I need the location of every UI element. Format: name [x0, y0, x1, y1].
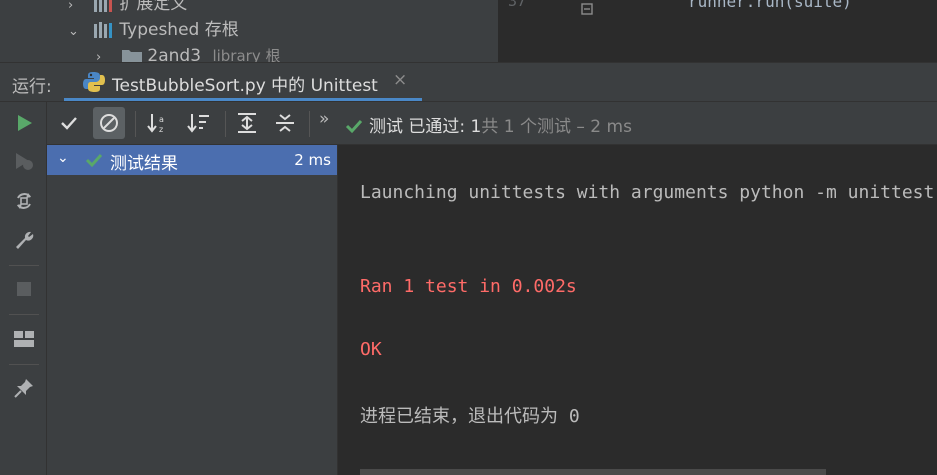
tree-item-extensions[interactable]: › 扩展定义 — [68, 0, 187, 17]
tree-row-test-results[interactable]: ⌄ 测试结果 2 ms — [47, 145, 337, 175]
code-editor[interactable]: 37 runner.run(suite) — [498, 0, 937, 62]
auto-rerun-icon — [17, 193, 31, 209]
ignored-icon — [100, 114, 118, 132]
console-line: OK — [360, 339, 382, 360]
expand-all-icon — [238, 113, 256, 133]
sort-by-duration-button[interactable] — [183, 107, 215, 139]
tree-item-label: Typeshed 存根 — [119, 20, 239, 40]
test-status: 测试 已通过: 1共 1 个测试 – 2 ms — [345, 112, 632, 137]
active-tab-indicator — [64, 98, 422, 101]
toggle-auto-test-button[interactable] — [11, 188, 37, 214]
python-test-icon — [83, 72, 105, 92]
toolbar-separator — [309, 111, 310, 137]
console-line: 进程已结束，退出代码为 0 — [360, 406, 580, 427]
run-tool-header: 运行: TestBubbleSort.py 中的 Unittest × — [0, 63, 937, 102]
fold-marker-icon[interactable] — [580, 0, 594, 18]
tree-item-label: 2and3 — [147, 46, 202, 62]
chevron-down-icon[interactable]: ⌄ — [68, 19, 88, 45]
sort-alphabetically-button[interactable]: a z — [143, 107, 175, 139]
pass-check-icon — [345, 119, 363, 134]
folder-icon — [122, 50, 143, 62]
chevron-down-icon[interactable]: ⌄ — [57, 150, 69, 166]
toolbar-separator — [225, 111, 226, 137]
sort-alpha-icon: a z — [147, 114, 164, 134]
library-icon — [94, 22, 113, 38]
run-side-toolbar — [0, 102, 47, 475]
tree-item-hint: library 根 — [212, 47, 281, 62]
layout-icon — [14, 331, 34, 347]
library-icon — [94, 0, 113, 12]
rerun-failed-icon — [16, 153, 33, 170]
pin-tab-button[interactable] — [11, 375, 37, 401]
console-line: Ran 1 test in 0.002s — [360, 276, 577, 297]
toolbar-separator — [9, 265, 39, 266]
close-icon[interactable]: × — [393, 70, 407, 90]
tree-row-duration: 2 ms — [294, 151, 331, 169]
tree-item-typeshed[interactable]: ⌄ Typeshed 存根 — [68, 17, 239, 43]
toolbar-separator — [135, 111, 136, 137]
expand-all-button[interactable] — [231, 107, 263, 139]
tree-row-label: 测试结果 — [110, 154, 178, 174]
tree-item-2and3[interactable]: › 2and3 library 根 — [96, 43, 280, 62]
toolbar-separator — [9, 364, 39, 365]
rerun-failed-button[interactable] — [11, 149, 37, 175]
tab-unittest[interactable]: TestBubbleSort.py 中的 Unittest × — [64, 63, 422, 101]
stop-icon — [17, 282, 31, 296]
checkmark-icon — [61, 117, 77, 130]
top-area: › 扩展定义 ⌄ Typeshed 存根 › 2and3 library 根 3… — [0, 0, 937, 62]
more-actions-icon[interactable]: » — [319, 109, 329, 129]
settings-button[interactable] — [11, 227, 37, 253]
status-total: 共 1 个测试 – 2 ms — [481, 117, 632, 137]
collapse-all-button[interactable] — [269, 107, 301, 139]
status-passed: 测试 已通过: 1 — [369, 117, 482, 137]
wrench-icon — [16, 231, 34, 249]
tab-title: TestBubbleSort.py 中的 Unittest — [112, 76, 378, 96]
rerun-button[interactable] — [11, 110, 37, 136]
code-line: runner.run(suite) — [688, 0, 852, 11]
horizontal-scrollbar[interactable] — [360, 469, 826, 475]
console-line: Launching unittests with arguments pytho… — [360, 182, 935, 203]
project-tree: › 扩展定义 ⌄ Typeshed 存根 › 2and3 library 根 — [0, 0, 498, 62]
svg-text:z: z — [159, 125, 163, 134]
show-passed-button[interactable] — [53, 107, 85, 139]
console-output[interactable]: Launching unittests with arguments pytho… — [338, 145, 937, 475]
tree-item-label: 扩展定义 — [119, 0, 188, 14]
test-results-tree: ⌄ 测试结果 2 ms — [47, 145, 338, 475]
test-runner-toolbar: a z » 测试 已通过: 1共 1 个测试 – 2 ms — [47, 102, 937, 145]
collapse-all-icon — [276, 114, 294, 132]
line-number: 37 — [508, 0, 527, 10]
stop-button[interactable] — [11, 276, 37, 302]
layout-button[interactable] — [11, 326, 37, 352]
show-ignored-button[interactable] — [93, 107, 125, 139]
chevron-right-icon[interactable]: › — [96, 45, 116, 62]
pass-check-icon — [85, 153, 103, 168]
play-icon — [18, 115, 32, 131]
svg-text:a: a — [159, 115, 164, 124]
pin-icon — [14, 379, 33, 398]
sort-duration-icon — [187, 114, 209, 133]
run-label: 运行: — [12, 77, 52, 97]
toolbar-separator — [9, 314, 39, 315]
